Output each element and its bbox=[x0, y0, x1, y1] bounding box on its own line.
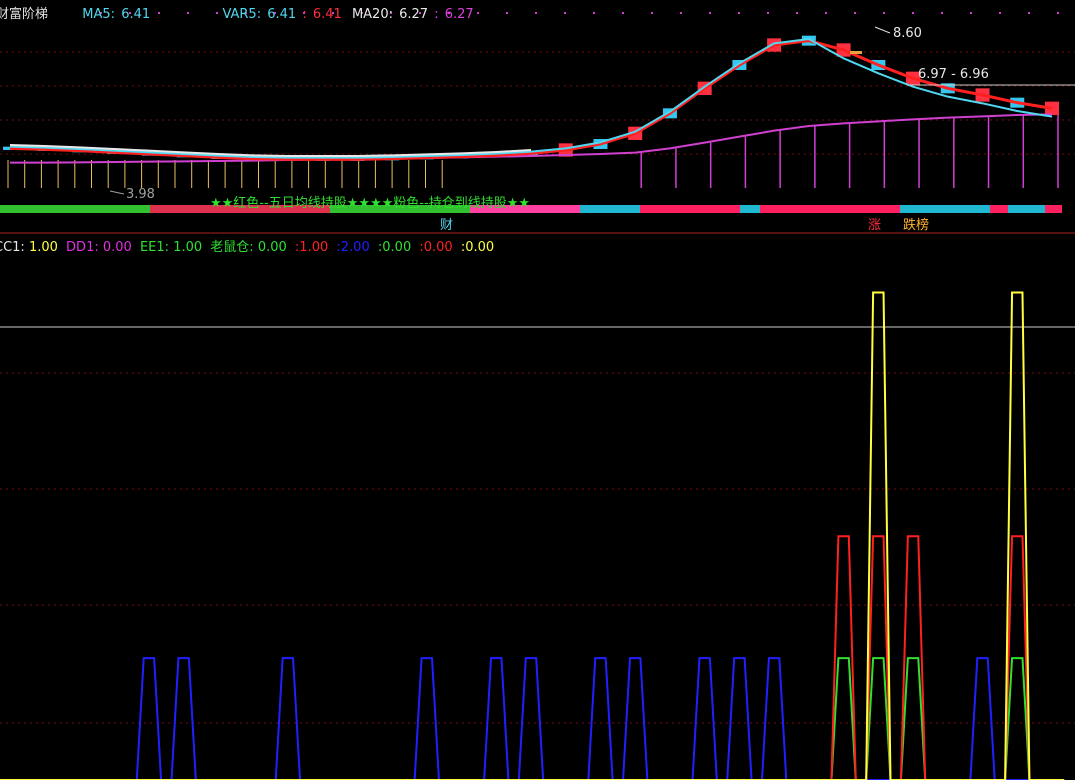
indicator-chart bbox=[0, 291, 1075, 780]
top-marker-dot bbox=[1028, 12, 1030, 14]
top-marker-dot bbox=[651, 12, 653, 14]
ma20-value1: 6.27 bbox=[399, 7, 429, 22]
top-marker-dot bbox=[912, 12, 914, 14]
top-marker-dot bbox=[767, 12, 769, 14]
var5-label: VAR5: bbox=[222, 7, 262, 22]
v6-value: 0.00 bbox=[465, 240, 495, 255]
status-bar-segment bbox=[640, 205, 740, 213]
status-bar-segment bbox=[990, 205, 1008, 213]
ee1-label: EE1: bbox=[139, 240, 170, 255]
top-marker-dot bbox=[970, 12, 972, 14]
status-bar-segment bbox=[760, 205, 900, 213]
top-marker-dot bbox=[680, 12, 682, 14]
low-arrow bbox=[109, 190, 125, 195]
dd1-label: DD1: bbox=[66, 240, 99, 255]
v4-value: 0.00 bbox=[382, 240, 412, 255]
lsc-label: 老鼠仓: bbox=[210, 240, 254, 255]
ma20-value2: 6.27 bbox=[444, 7, 474, 22]
ma20-sep: : bbox=[434, 7, 439, 22]
main-header: 财富阶梯 MA5: 6.41 VAR5: 6.41 : 6.41 MA20: 6… bbox=[0, 3, 476, 22]
banner-text: ★★红色--五日均线持股★★★★粉色--持仓到线持股★★ bbox=[210, 195, 530, 211]
top-marker-dot bbox=[506, 12, 508, 14]
dd1-value: 0.00 bbox=[102, 240, 132, 255]
ma5-value: 6.41 bbox=[121, 7, 151, 22]
top-marker-dot bbox=[622, 12, 624, 14]
high-arrow bbox=[874, 26, 891, 34]
v3-value: 2.00 bbox=[340, 240, 370, 255]
v5-value: 0.00 bbox=[423, 240, 453, 255]
ma20-label: MA20: bbox=[351, 7, 393, 22]
indicator-header: CC1: 1.00 DD1: 0.00 EE1: 1.00 老鼠仓: 0.00 … bbox=[0, 236, 494, 255]
status-bar-segment bbox=[0, 205, 150, 213]
top-marker-dot bbox=[477, 12, 479, 14]
indicator-title: 财富阶梯 bbox=[0, 7, 49, 22]
cc1-value: 1.00 bbox=[28, 240, 58, 255]
lsc-value: 0.00 bbox=[257, 240, 287, 255]
ee1-value: 1.00 bbox=[173, 240, 203, 255]
dash-mark bbox=[850, 51, 862, 54]
top-marker-dot bbox=[593, 12, 595, 14]
low-label: 3.98 bbox=[126, 187, 155, 202]
dieban-label: 跌榜 bbox=[903, 217, 929, 233]
top-marker-dot bbox=[535, 12, 537, 14]
top-marker-dot bbox=[999, 12, 1001, 14]
cc1-label: CC1: bbox=[0, 240, 25, 255]
top-marker-dot bbox=[709, 12, 711, 14]
top-marker-dot bbox=[738, 12, 740, 14]
ma5-label: MA5: bbox=[82, 7, 116, 22]
var5-value1: 6.41 bbox=[267, 7, 297, 22]
top-marker-dot bbox=[941, 12, 943, 14]
status-bar-segment bbox=[1045, 205, 1062, 213]
top-marker-dot bbox=[883, 12, 885, 14]
top-marker-dot bbox=[564, 12, 566, 14]
top-marker-dot bbox=[796, 12, 798, 14]
top-marker-dot bbox=[854, 12, 856, 14]
range-label: 6.97 - 6.96 bbox=[918, 67, 989, 82]
status-bar-segment bbox=[900, 205, 990, 213]
v2-value: 1.00 bbox=[299, 240, 329, 255]
top-marker-dot bbox=[825, 12, 827, 14]
main-price-chart: 8.60 3.98 6.97 - 6.96 ★★红色--五日均线持股★★★★粉色--持… bbox=[0, 12, 1075, 234]
status-bar-segment bbox=[1008, 205, 1045, 213]
var5-value2: 6.41 bbox=[312, 7, 342, 22]
var5-sep: : bbox=[302, 7, 307, 22]
status-bar-segment bbox=[740, 205, 760, 213]
high-label: 8.60 bbox=[893, 26, 922, 41]
var5-line bbox=[9, 38, 1053, 159]
top-marker-dot bbox=[1057, 12, 1059, 14]
zhang-label: 涨 bbox=[868, 218, 881, 233]
ma5-line bbox=[9, 39, 1053, 161]
status-bar-segment bbox=[580, 205, 640, 213]
cai-label: 财 bbox=[440, 218, 453, 233]
